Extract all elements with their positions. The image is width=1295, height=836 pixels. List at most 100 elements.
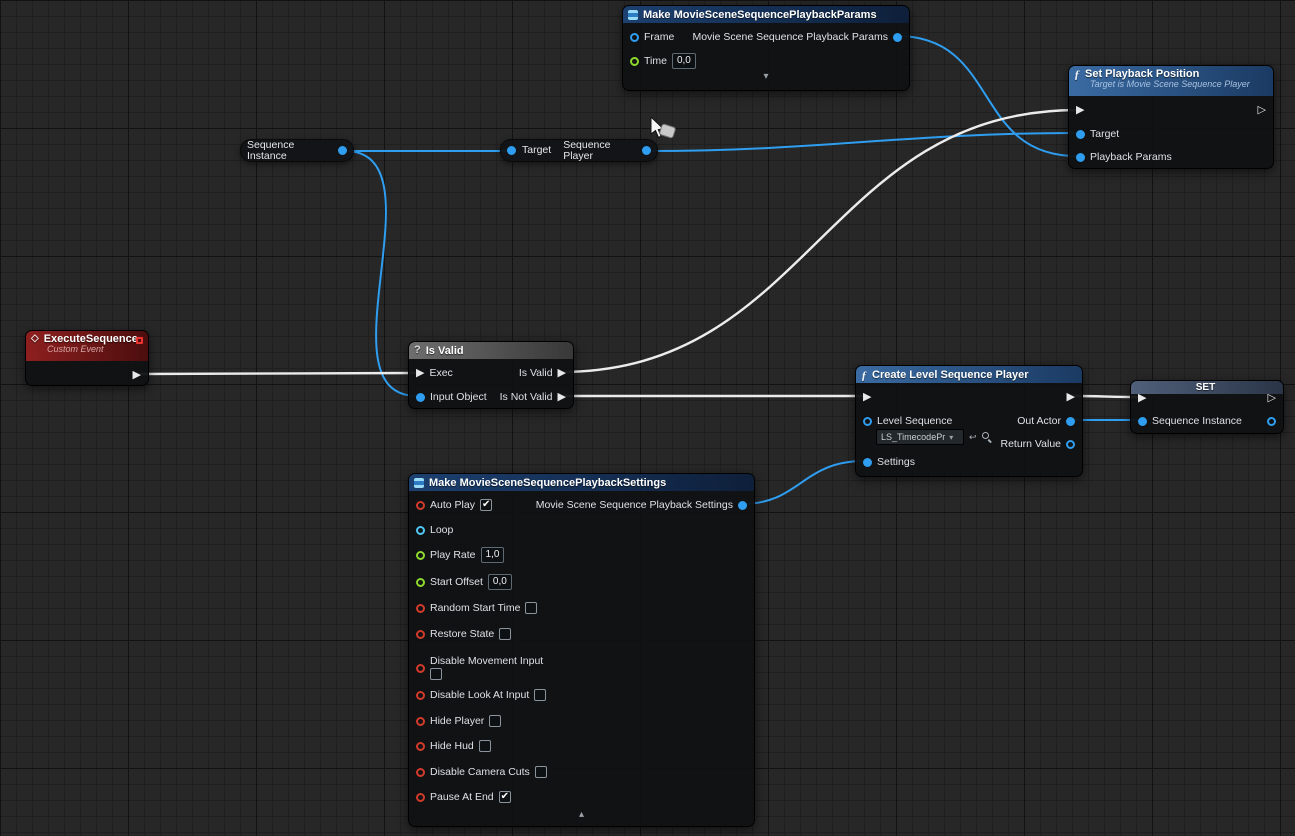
random-start-time-checkbox[interactable]	[525, 602, 537, 614]
node-create-level-sequence-player[interactable]: Create Level Sequence Player Level Seque…	[855, 365, 1083, 477]
wire-sequence-instance-to-input-object[interactable]	[345, 151, 417, 396]
start-offset-input[interactable]: 0,0	[488, 574, 512, 590]
target-pin[interactable]	[1076, 130, 1085, 139]
disable-movement-input-pin[interactable]	[416, 664, 425, 673]
exec-out-pin[interactable]	[133, 370, 141, 381]
pin-label: Frame	[644, 32, 674, 43]
disable-look-at-input-checkbox[interactable]	[534, 689, 546, 701]
hide-hud-checkbox[interactable]	[479, 740, 491, 752]
wire-sequence-player-to-target[interactable]	[649, 133, 1077, 151]
mouse-cursor	[650, 117, 672, 148]
pin-label: Movie Scene Sequence Playback Params	[692, 32, 888, 43]
out-actor-pin[interactable]	[1066, 417, 1075, 426]
settings-pin[interactable]	[863, 458, 872, 467]
collapse-chevron-icon[interactable]	[579, 810, 584, 820]
asset-picker-dropdown[interactable]: LS_TimecodePr	[876, 429, 964, 445]
exec-in-pin[interactable]	[1138, 393, 1146, 404]
pin-label: Disable Look At Input	[430, 690, 529, 701]
pause-at-end-checkbox[interactable]	[499, 791, 511, 803]
node-set-sequence-instance[interactable]: SET Sequence Instance	[1130, 380, 1284, 434]
hide-player-pin[interactable]	[416, 717, 425, 726]
disable-camera-cuts-checkbox[interactable]	[535, 766, 547, 778]
pin-label: Exec	[429, 368, 452, 379]
play-rate-pin[interactable]	[416, 551, 425, 560]
return-value-pin[interactable]	[1066, 440, 1075, 449]
pin-label: Playback Params	[1090, 152, 1172, 163]
pin-label: Target	[522, 145, 551, 156]
node-subtitle: Target is Movie Scene Sequence Player	[1090, 79, 1265, 89]
pin-label: Settings	[877, 457, 915, 468]
random-start-time-pin[interactable]	[416, 604, 425, 613]
use-selected-asset-icon[interactable]	[969, 431, 977, 443]
pin-label: Pause At End	[430, 792, 494, 803]
start-offset-pin[interactable]	[416, 578, 425, 587]
collapse-chevron-icon[interactable]	[763, 72, 768, 82]
node-header[interactable]: Make MovieSceneSequencePlaybackParams	[623, 6, 909, 23]
wire-settings-to-settings-pin[interactable]	[742, 461, 864, 504]
blueprint-graph[interactable]: Make MovieSceneSequencePlaybackParams Fr…	[0, 0, 1295, 836]
function-icon	[1074, 68, 1080, 80]
node-is-valid[interactable]: Is Valid Exec Is Valid Input Object Is N…	[408, 341, 574, 409]
auto-play-pin[interactable]	[416, 501, 425, 510]
restore-state-checkbox[interactable]	[499, 628, 511, 640]
node-make-playback-params[interactable]: Make MovieSceneSequencePlaybackParams Fr…	[622, 5, 910, 91]
node-title: Create Level Sequence Player	[872, 369, 1029, 381]
exec-out-pin[interactable]	[1067, 392, 1075, 403]
disable-movement-input-checkbox[interactable]	[430, 668, 442, 680]
playback-settings-out-pin[interactable]	[738, 501, 747, 510]
sequence-instance-out-pin[interactable]	[1267, 417, 1276, 426]
node-header[interactable]: Make MovieSceneSequencePlaybackSettings	[409, 474, 754, 491]
sequence-instance-in-pin[interactable]	[1138, 417, 1147, 426]
playback-params-pin[interactable]	[1076, 153, 1085, 162]
input-object-pin[interactable]	[416, 393, 425, 402]
hide-player-checkbox[interactable]	[489, 715, 501, 727]
make-struct-icon	[628, 10, 638, 20]
browse-asset-icon[interactable]	[982, 432, 992, 442]
node-header[interactable]: Is Valid	[409, 342, 573, 359]
pin-label: Disable Movement Input	[430, 656, 543, 667]
pin-label: Random Start Time	[430, 603, 520, 614]
level-sequence-pin[interactable]	[863, 417, 872, 426]
dropdown-caret-icon	[949, 432, 953, 442]
is-not-valid-exec-out-pin[interactable]	[558, 392, 566, 403]
wire-exec-event-to-isvalid[interactable]	[136, 373, 418, 374]
time-pin[interactable]	[630, 57, 639, 66]
disable-look-at-input-pin[interactable]	[416, 691, 425, 700]
node-header[interactable]: SET	[1131, 381, 1283, 394]
node-header[interactable]: Set Playback Position Target is Movie Sc…	[1069, 66, 1273, 96]
delegate-pin[interactable]	[136, 337, 143, 344]
node-make-playback-settings[interactable]: Make MovieSceneSequencePlaybackSettings …	[408, 473, 755, 827]
exec-in-pin[interactable]	[863, 392, 871, 403]
pin-label: Input Object	[430, 392, 487, 403]
pin-label: Hide Hud	[430, 741, 474, 752]
disable-camera-cuts-pin[interactable]	[416, 768, 425, 777]
node-get-sequence-player[interactable]: Target Sequence Player	[500, 139, 658, 162]
restore-state-pin[interactable]	[416, 630, 425, 639]
pin-label: Is Valid	[519, 368, 553, 379]
play-rate-input[interactable]: 1,0	[481, 547, 505, 563]
frame-pin[interactable]	[630, 33, 639, 42]
pin-label: Auto Play	[430, 500, 475, 511]
pin-label: Play Rate	[430, 550, 476, 561]
sequence-instance-out-pin[interactable]	[338, 146, 347, 155]
exec-out-pin[interactable]	[1258, 105, 1266, 116]
is-valid-exec-out-pin[interactable]	[558, 368, 566, 379]
exec-in-pin[interactable]	[416, 368, 424, 379]
exec-in-pin[interactable]	[1076, 105, 1084, 116]
node-get-sequence-instance[interactable]: Sequence Instance	[240, 139, 354, 162]
playback-params-out-pin[interactable]	[893, 33, 902, 42]
pause-at-end-pin[interactable]	[416, 793, 425, 802]
time-value-input[interactable]: 0,0	[672, 53, 696, 69]
node-title: SET	[1196, 382, 1215, 393]
node-header[interactable]: ExecuteSequence Custom Event	[26, 331, 148, 361]
pin-label: Loop	[430, 525, 453, 536]
target-in-pin[interactable]	[507, 146, 516, 155]
node-set-playback-position[interactable]: Set Playback Position Target is Movie Sc…	[1068, 65, 1274, 169]
exec-out-pin[interactable]	[1268, 393, 1276, 404]
node-header[interactable]: Create Level Sequence Player	[856, 366, 1082, 383]
hide-hud-pin[interactable]	[416, 742, 425, 751]
pin-label: Is Not Valid	[500, 392, 553, 403]
auto-play-checkbox[interactable]	[480, 499, 492, 511]
node-execute-sequence-event[interactable]: ExecuteSequence Custom Event	[25, 330, 149, 386]
loop-pin[interactable]	[416, 526, 425, 535]
